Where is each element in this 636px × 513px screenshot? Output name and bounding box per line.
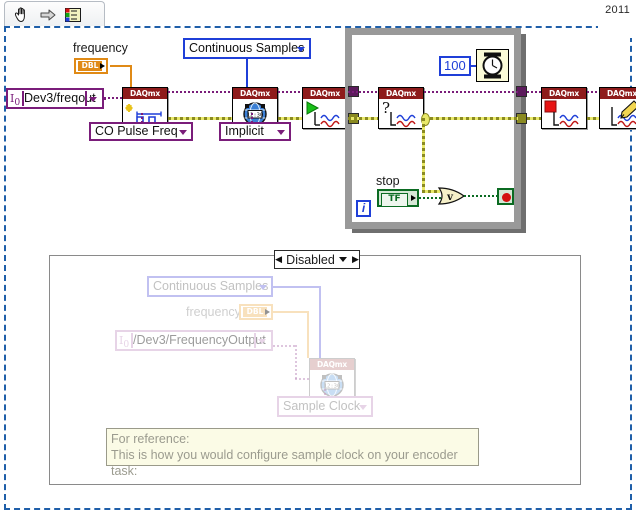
svg-text:v: v [446, 192, 454, 203]
loop-iteration-terminal[interactable]: i [356, 200, 371, 217]
chevron-down-icon [277, 130, 285, 135]
timing-type-constant[interactable]: Implicit [219, 122, 291, 141]
next-case-icon[interactable]: ▶ [352, 251, 359, 268]
channel-type-value: CO Pulse Freq [95, 124, 178, 138]
reference-note: For reference: This is how you would con… [106, 428, 479, 478]
wire-task-loop-right [424, 117, 518, 120]
is-task-done-glyph: ? [379, 99, 423, 129]
chevron-down-icon [258, 339, 266, 344]
chevron-down-icon [179, 130, 187, 135]
disabled-daqmx-timing-node[interactable]: DAQmx 12:30 [309, 358, 355, 400]
chevron-down-icon [259, 285, 267, 290]
disabled-timing-type-constant[interactable]: Sample Clock [277, 396, 373, 417]
wire-error-create-to-timing [168, 91, 236, 93]
or-gate-node[interactable]: v [437, 186, 467, 206]
chevron-down-icon [297, 47, 305, 52]
wire-io-to-create [104, 97, 122, 99]
hand-tool-icon[interactable] [12, 5, 32, 25]
svg-text:?: ? [382, 99, 390, 117]
stop-task-glyph [542, 99, 586, 129]
io-channel-icon: I0 [10, 92, 21, 109]
sample-mode-constant[interactable]: Continuous Samples [183, 38, 311, 59]
disabled-frequency-terminal-type: DBL [243, 307, 267, 317]
disable-case-selector[interactable]: ◀ Disabled ▶ [274, 250, 360, 269]
daqmx-banner: DAQmx [303, 88, 347, 99]
wire-channel-type [141, 113, 143, 122]
chevron-down-icon [338, 257, 347, 262]
wire-task-create-to-timing [168, 117, 236, 120]
loop-shadow-right [521, 34, 526, 233]
terminal-arrow-icon [100, 63, 105, 69]
svg-text:12:30: 12:30 [247, 113, 264, 119]
block-diagram-window: 2011 frequency DBL I0 Dev3/freqout DAQmx [0, 0, 636, 513]
start-task-glyph [303, 99, 347, 129]
io-separator [131, 333, 133, 348]
disabled-wire-sample-mode-h [272, 286, 321, 288]
disabled-sample-mode-value: Continuous Samples [153, 279, 269, 293]
io-channel-icon: I0 [119, 334, 130, 351]
wait-ms-node[interactable] [476, 49, 509, 82]
wire-done-down [422, 118, 425, 193]
disabled-timing-type-value: Sample Clock [283, 399, 361, 413]
physical-channel-constant[interactable]: I0 Dev3/freqout [6, 88, 104, 109]
disabled-wire-sample-mode-v [319, 286, 321, 358]
frequency-terminal-type: DBL [78, 61, 102, 71]
chevron-down-icon [89, 97, 97, 102]
daqmx-banner: DAQmx [123, 88, 167, 99]
disabled-frequency-terminal[interactable]: DBL [239, 304, 273, 320]
daqmx-banner: DAQmx [310, 359, 354, 370]
chevron-down-icon [359, 405, 367, 410]
diagram-corner-notch [598, 26, 632, 38]
wait-ms-constant[interactable]: 100 [439, 56, 471, 76]
disabled-wire-channel-v [295, 345, 297, 380]
stop-label: stop [376, 174, 400, 188]
loop-conditional-terminal[interactable] [497, 188, 514, 205]
daqmx-banner: DAQmx [600, 88, 636, 99]
svg-text:12:30: 12:30 [324, 384, 341, 390]
frequency-label: frequency [73, 41, 128, 55]
terminal-arrow-icon [265, 309, 270, 315]
connector-pane-tool-icon[interactable] [63, 5, 83, 25]
disabled-wire-channel-h [273, 345, 297, 347]
clear-task-glyph [600, 99, 636, 129]
toolbar [4, 1, 105, 27]
note-line-1: For reference: [111, 432, 190, 446]
arrow-tool-icon[interactable] [38, 5, 58, 25]
disabled-wire-frequency-v [307, 311, 309, 358]
disabled-wire-frequency-h [273, 311, 309, 313]
prev-case-icon[interactable]: ◀ [275, 251, 282, 268]
stop-terminal-type: TF [381, 193, 408, 207]
daqmx-is-task-done-node[interactable]: DAQmx ? [378, 87, 424, 129]
frequency-terminal[interactable]: DBL [74, 58, 108, 74]
wire-frequency-horizontal [110, 65, 132, 67]
disabled-wire-timing-type [324, 389, 326, 397]
note-line-2: This is how you would configure sample c… [111, 448, 458, 478]
disabled-physical-channel-value: /Dev3/FrequencyOutput [133, 333, 266, 347]
stop-terminal[interactable]: TF [377, 189, 419, 207]
wire-error-loop-right [424, 91, 518, 93]
sample-mode-value: Continuous Samples [189, 41, 305, 55]
daqmx-banner: DAQmx [233, 88, 277, 99]
terminal-arrow-icon [411, 195, 416, 201]
disabled-sample-mode-constant[interactable]: Continuous Samples [147, 276, 273, 297]
daqmx-stop-task-node[interactable]: DAQmx [541, 87, 587, 129]
disabled-frequency-label: frequency [186, 305, 241, 319]
wire-or-to-stop-terminal [464, 195, 497, 197]
daqmx-banner: DAQmx [379, 88, 423, 99]
timing-type-value: Implicit [225, 124, 264, 138]
channel-type-constant[interactable]: CO Pulse Freq [89, 122, 193, 141]
io-separator [22, 91, 24, 106]
labview-version-label: 2011 [605, 4, 630, 16]
disable-case-label: Disabled [286, 252, 335, 267]
daqmx-banner: DAQmx [542, 88, 586, 99]
wire-sample-mode [246, 59, 248, 87]
daqmx-start-task-node[interactable]: DAQmx [302, 87, 348, 129]
disabled-physical-channel-constant[interactable]: I0 /Dev3/FrequencyOutput [115, 330, 273, 351]
daqmx-clear-task-node[interactable]: DAQmx [599, 87, 636, 129]
wire-timing-type [251, 113, 253, 122]
